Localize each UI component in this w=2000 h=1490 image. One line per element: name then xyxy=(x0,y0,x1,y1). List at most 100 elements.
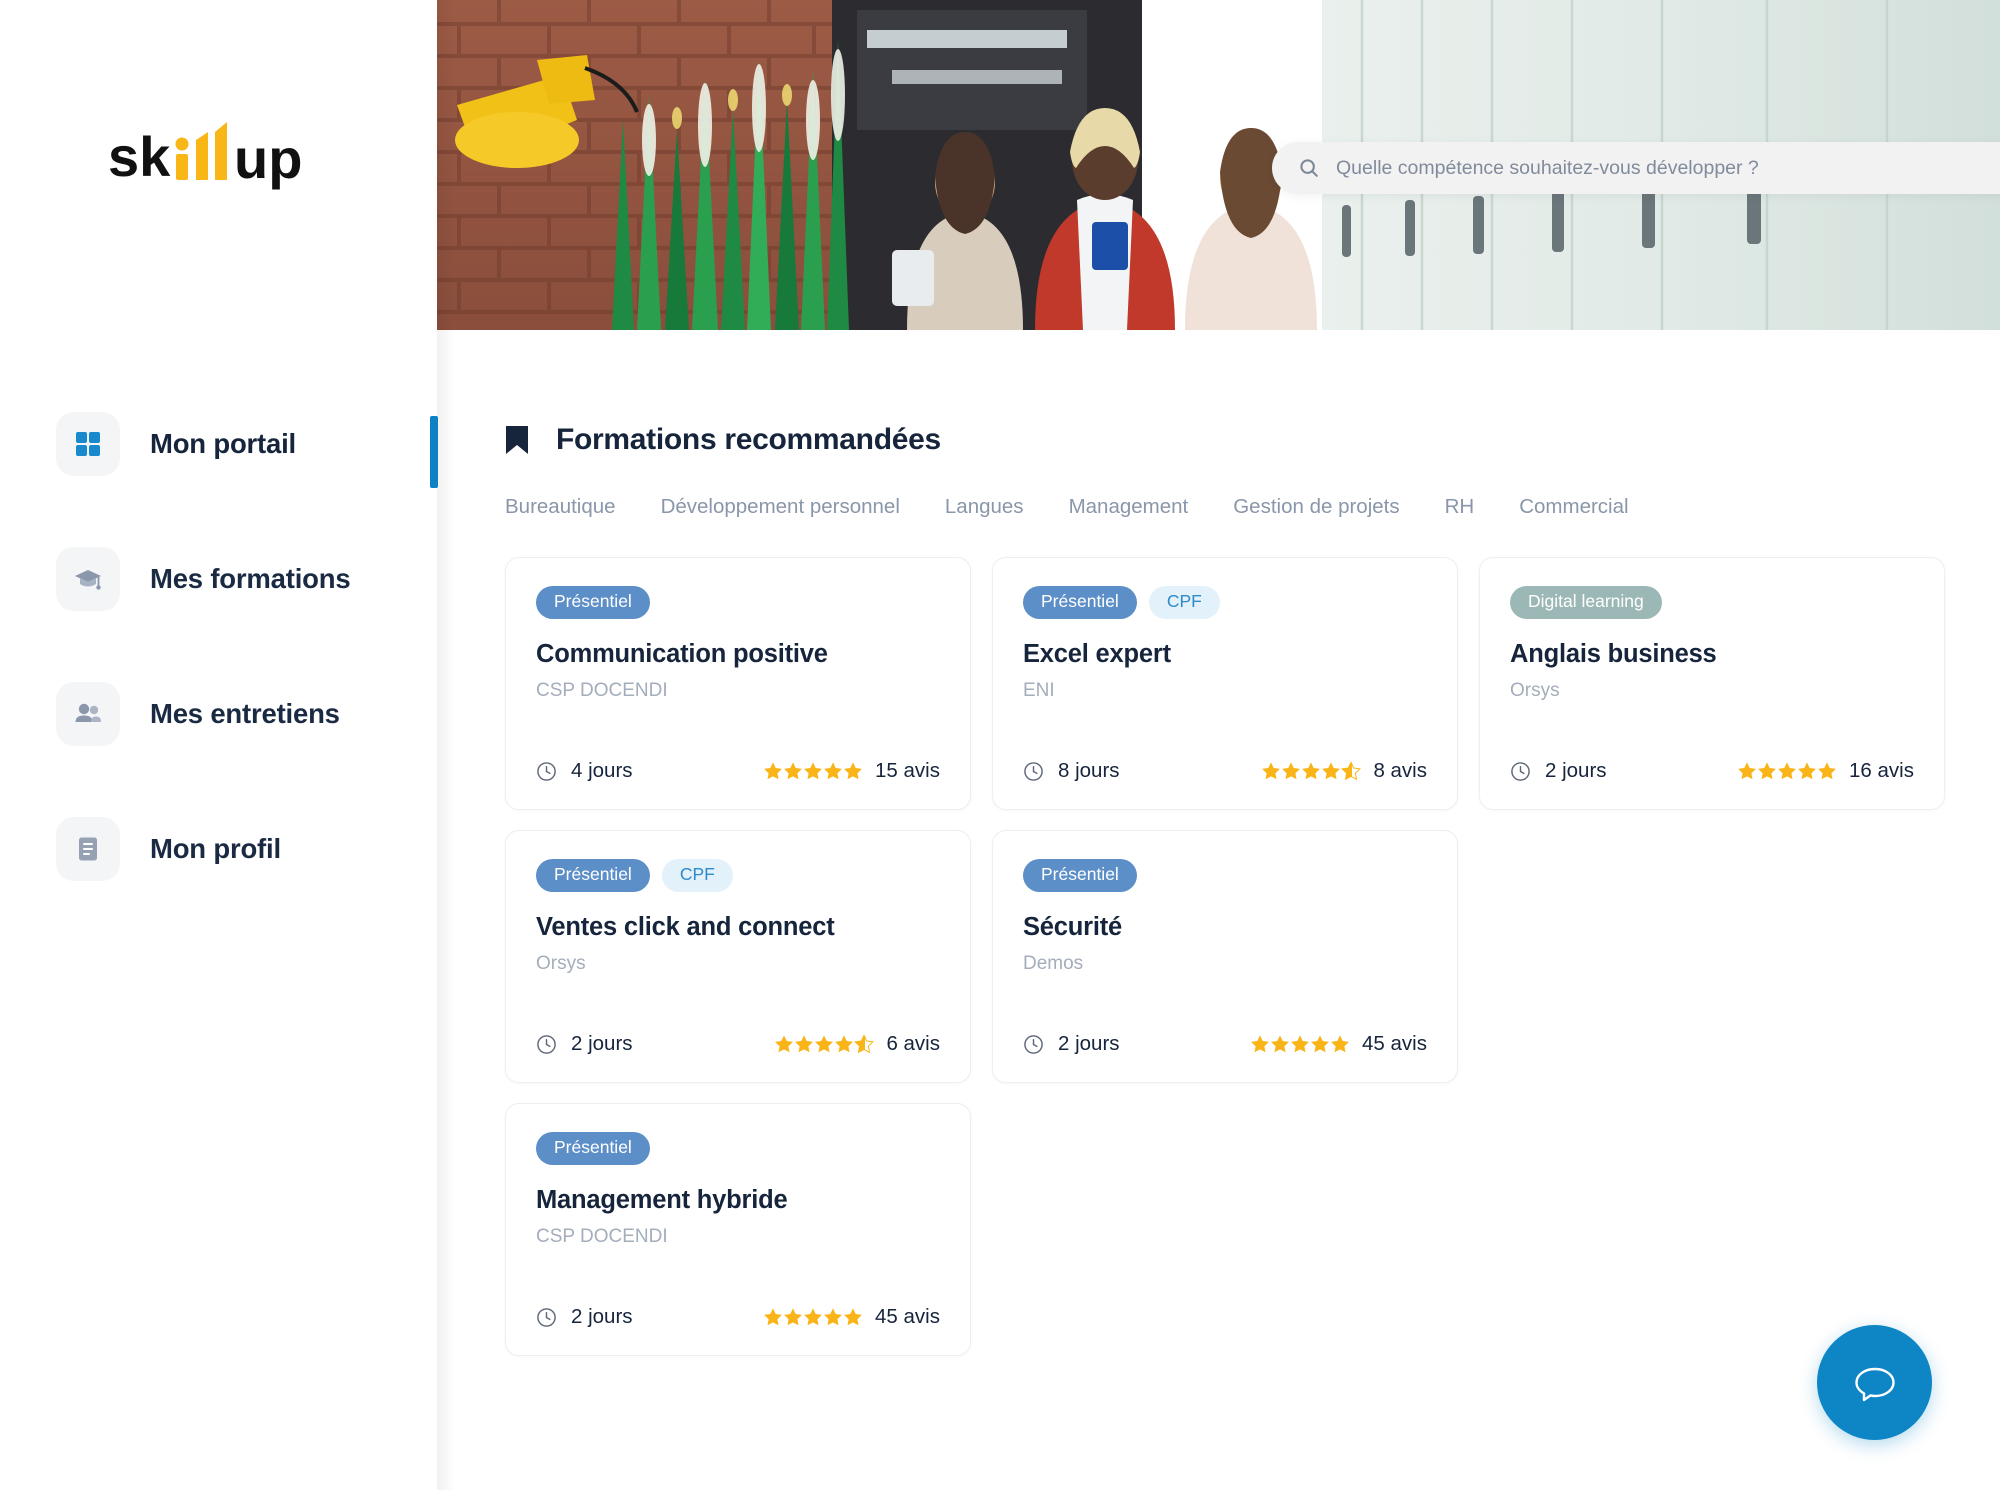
badge-format: Présentiel xyxy=(536,859,650,892)
review-count: 8 avis xyxy=(1373,759,1427,782)
training-title: Ventes click and connect xyxy=(536,912,835,941)
search-icon xyxy=(1300,159,1318,177)
badge-funding: CPF xyxy=(1148,586,1220,619)
review-count: 45 avis xyxy=(1362,1032,1427,1055)
chat-support-button[interactable] xyxy=(1817,1325,1932,1440)
card-footer: 4 jours 15 avis xyxy=(536,759,940,783)
tab-management[interactable]: Management xyxy=(1069,495,1189,519)
tab-rh[interactable]: RH xyxy=(1445,495,1475,519)
star-icon xyxy=(1341,761,1362,781)
category-tabs: Bureautique Développement personnel Lang… xyxy=(505,495,1629,519)
sidebar-item-mes-entretiens[interactable]: Mes entretiens xyxy=(0,675,437,753)
star-icon xyxy=(764,1308,782,1326)
active-nav-indicator xyxy=(430,416,438,488)
duration: 2 jours xyxy=(536,1305,633,1329)
page-title: Formations recommandées xyxy=(504,423,941,457)
rating: 45 avis xyxy=(763,1305,940,1329)
duration-text: 4 jours xyxy=(571,759,633,782)
people-group xyxy=(892,108,1317,330)
star-icon xyxy=(804,762,822,780)
star-icon xyxy=(804,1308,822,1326)
card-footer: 8 jours 8 avis xyxy=(1023,759,1427,783)
star-rating xyxy=(1250,1034,1350,1054)
sidebar-item-mon-portail[interactable]: Mon portail xyxy=(0,405,437,483)
star-icon xyxy=(854,1034,875,1054)
training-title: Anglais business xyxy=(1510,639,1717,668)
search-input[interactable] xyxy=(1336,156,1976,180)
training-card[interactable]: Présentiel CPF Ventes click and connect … xyxy=(505,830,971,1083)
clock-icon xyxy=(1024,1034,1043,1054)
training-card[interactable]: Présentiel Communication positive CSP DO… xyxy=(505,557,971,810)
star-rating xyxy=(763,761,863,781)
badge-format: Digital learning xyxy=(1510,586,1662,619)
review-count: 45 avis xyxy=(875,1305,940,1328)
bookmark-icon xyxy=(506,426,528,454)
star-icon xyxy=(824,762,842,780)
tab-commercial[interactable]: Commercial xyxy=(1519,495,1628,519)
duration: 2 jours xyxy=(1023,1032,1120,1056)
logo[interactable]: sk up xyxy=(108,120,338,192)
star-icon xyxy=(844,1308,862,1326)
clock-icon xyxy=(1511,761,1530,781)
rating: 45 avis xyxy=(1250,1032,1427,1056)
training-card-grid: Présentiel Communication positive CSP DO… xyxy=(505,557,1975,1356)
search-bar[interactable] xyxy=(1272,142,2000,194)
badge-format: Présentiel xyxy=(536,586,650,619)
clock-icon xyxy=(1024,761,1043,781)
main-content: Formations recommandées Bureautique Déve… xyxy=(437,330,2000,1490)
review-count: 15 avis xyxy=(875,759,940,782)
training-provider: Demos xyxy=(1023,952,1084,974)
clock-icon xyxy=(537,1307,556,1327)
star-icon xyxy=(824,1308,842,1326)
star-icon xyxy=(1331,1035,1349,1053)
training-title: Excel expert xyxy=(1023,639,1171,668)
star-icon xyxy=(835,1035,854,1053)
sidebar-item-mon-profil[interactable]: Mon profil xyxy=(0,810,437,888)
star-icon xyxy=(1271,1035,1289,1053)
badge-row: Présentiel xyxy=(1023,859,1427,892)
duration: 2 jours xyxy=(1510,759,1607,783)
star-icon xyxy=(1262,762,1281,780)
search-box[interactable] xyxy=(1272,142,2000,194)
tab-developpement-personnel[interactable]: Développement personnel xyxy=(661,495,900,519)
star-icon xyxy=(1302,762,1321,780)
star-rating xyxy=(1737,761,1837,781)
duration-text: 2 jours xyxy=(1058,1032,1120,1055)
star-icon xyxy=(775,1035,794,1053)
sidebar-item-mes-formations[interactable]: Mes formations xyxy=(0,540,437,618)
training-card[interactable]: Présentiel Management hybride CSP DOCEND… xyxy=(505,1103,971,1356)
star-icon xyxy=(1251,1035,1269,1053)
training-provider: Orsys xyxy=(1510,679,1560,701)
duration-text: 8 jours xyxy=(1058,759,1120,782)
training-provider: ENI xyxy=(1023,679,1055,701)
sidebar-item-label: Mon portail xyxy=(150,428,296,459)
grid-icon xyxy=(76,432,100,456)
star-rating xyxy=(774,1034,875,1054)
tab-gestion-de-projets[interactable]: Gestion de projets xyxy=(1233,495,1399,519)
rating: 8 avis xyxy=(1261,759,1427,783)
training-card[interactable]: Digital learning Anglais business Orsys … xyxy=(1479,557,1945,810)
badge-row: Digital learning xyxy=(1510,586,1914,619)
card-footer: 2 jours 6 avis xyxy=(536,1032,940,1056)
training-provider: CSP DOCENDI xyxy=(536,679,668,701)
sidebar: sk up Mon portail Mes formations Mes ent… xyxy=(0,0,437,1490)
chat-bubble-icon xyxy=(1854,1367,1895,1401)
duration-text: 2 jours xyxy=(571,1305,633,1328)
training-card[interactable]: Présentiel CPF Excel expert ENI 8 jours xyxy=(992,557,1458,810)
tab-bureautique[interactable]: Bureautique xyxy=(505,495,616,519)
star-rating xyxy=(763,1307,863,1327)
star-icon xyxy=(1758,762,1776,780)
training-card[interactable]: Présentiel Sécurité Demos 2 jours 45 avi… xyxy=(992,830,1458,1083)
star-icon xyxy=(1322,762,1341,780)
training-provider: CSP DOCENDI xyxy=(536,1225,668,1247)
star-icon xyxy=(1798,762,1816,780)
tab-langues[interactable]: Langues xyxy=(945,495,1024,519)
sidebar-icon-box xyxy=(56,547,120,611)
card-footer: 2 jours 16 avis xyxy=(1510,759,1914,783)
badge-format: Présentiel xyxy=(1023,586,1137,619)
badge-row: Présentiel CPF xyxy=(536,859,940,892)
star-icon xyxy=(815,1035,834,1053)
